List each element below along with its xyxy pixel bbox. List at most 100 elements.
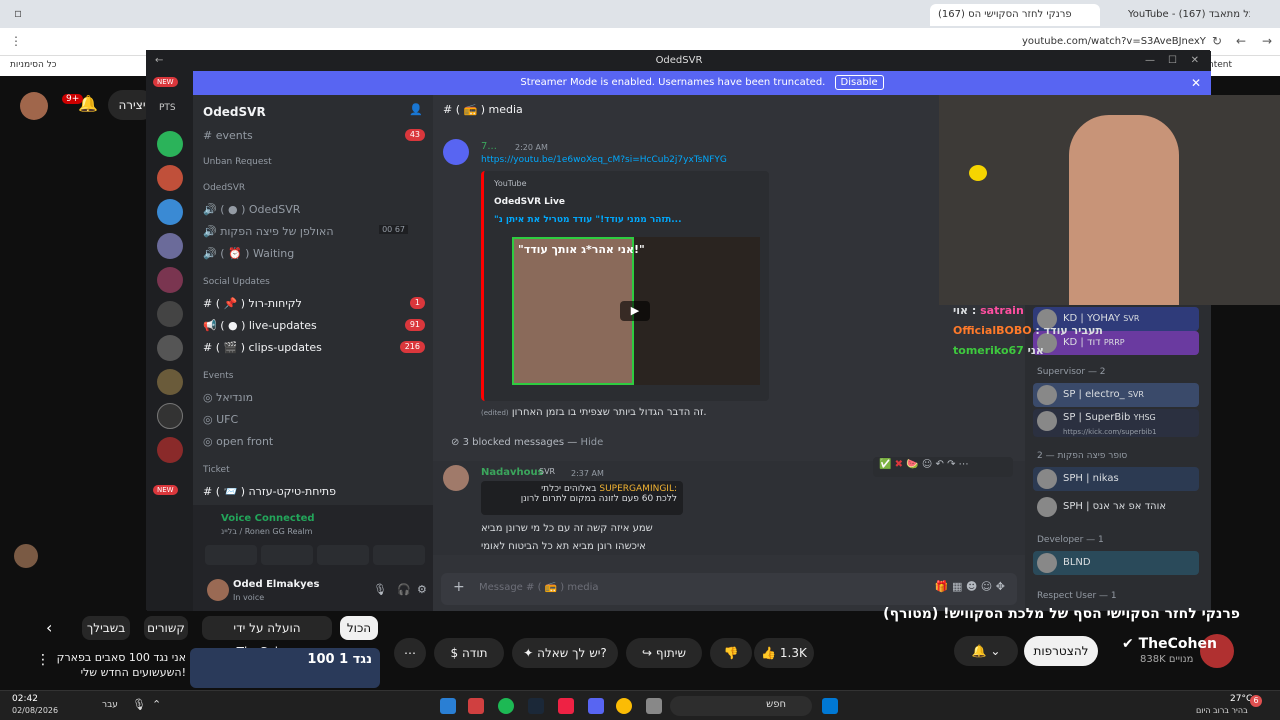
input-toolbar-icons[interactable]: 🎁 ▦ ☻ ☺ ✥: [935, 580, 1005, 593]
more-vert-icon[interactable]: ⋮: [36, 652, 50, 668]
bell-icon[interactable]: 🔔: [78, 94, 98, 113]
camera-button[interactable]: [205, 545, 257, 565]
member-item[interactable]: SPH | nikas: [1033, 467, 1199, 491]
avatar[interactable]: [443, 465, 469, 491]
add-user-icon[interactable]: 👤: [409, 103, 423, 116]
thanks-button[interactable]: $ תודה: [434, 638, 504, 668]
watermelon-icon[interactable]: 🍉: [906, 459, 918, 470]
category-label[interactable]: OdedSVR: [203, 183, 245, 193]
screenshare-button[interactable]: [261, 545, 313, 565]
close-window-icon[interactable]: ✕: [1191, 51, 1199, 71]
discord-icon[interactable]: [588, 698, 604, 714]
server-icon[interactable]: [157, 199, 183, 225]
member-item[interactable]: BLND: [1033, 551, 1199, 575]
weather-temp[interactable]: 27°C: [1230, 694, 1252, 704]
dislike-button[interactable]: 👎: [710, 638, 752, 668]
message-input[interactable]: + Message # ( 📻 ) media 🎁 ▦ ☻ ☺ ✥: [441, 573, 1017, 605]
channel-item[interactable]: 📢 ( ● ) live-updates: [203, 319, 317, 332]
channel-item[interactable]: # ( 📨 ) פתיחת-טיקט-עזרה: [203, 485, 336, 498]
video-thumbnail[interactable]: "אני אהר*ג אותך עודד!" ▶: [512, 237, 760, 385]
bookmark-item[interactable]: ntent: [1208, 60, 1232, 70]
category-label[interactable]: Events: [203, 371, 233, 381]
server-icon[interactable]: [157, 301, 183, 327]
avatar[interactable]: [207, 579, 229, 601]
voice-channel-name[interactable]: בליינ / Ronen GG Realm: [221, 527, 312, 536]
spotify-icon[interactable]: [498, 698, 514, 714]
recommendation-thumbnail[interactable]: 100 נגד 1: [190, 648, 380, 688]
file-explorer-icon[interactable]: [646, 698, 662, 714]
app-icon[interactable]: [468, 698, 484, 714]
chip[interactable]: קשורים: [144, 616, 188, 640]
window-menu-icon[interactable]: ▫: [14, 6, 22, 20]
subscribe-button[interactable]: להצטרפות: [1024, 636, 1098, 666]
message-author[interactable]: 7...: [481, 141, 497, 152]
chip[interactable]: הועלה על ידי TheCohen: [202, 616, 332, 659]
soundboard-button[interactable]: [373, 545, 425, 565]
more-icon[interactable]: ⋯: [959, 459, 969, 470]
stage-channel[interactable]: ◎ מונדיאל: [203, 391, 253, 404]
headphones-icon[interactable]: 🎧: [397, 583, 411, 596]
voice-channel[interactable]: 🔊 האולפן של פיצה הפקות 00 67: [203, 225, 408, 238]
url-bar[interactable]: youtube.com/watch?v=S3AveBJnexY: [1022, 36, 1206, 47]
back-icon[interactable]: ←: [1236, 34, 1246, 48]
server-icon[interactable]: [157, 403, 183, 429]
activities-button[interactable]: [317, 545, 369, 565]
avatar[interactable]: [443, 139, 469, 165]
voice-channel[interactable]: 🔊 ( ⏰ ) Waiting: [203, 247, 294, 260]
hide-button[interactable]: Hide: [580, 437, 603, 448]
all-bookmarks[interactable]: כל הסימניות: [10, 60, 57, 70]
stage-channel[interactable]: ◎ open front: [203, 435, 273, 448]
app-icon[interactable]: [558, 698, 574, 714]
server-icon[interactable]: [157, 267, 183, 293]
recommendation-title[interactable]: אני נגד 100 סאבים בפארק השעשועים החדש של…: [50, 650, 186, 680]
member-item[interactable]: SPH | אוהד אפ אר אנס: [1033, 495, 1199, 519]
server-icon[interactable]: [157, 165, 183, 191]
clock-time[interactable]: 02:42: [12, 694, 38, 704]
language-indicator[interactable]: עבר: [102, 700, 118, 710]
maximize-icon[interactable]: ☐: [1168, 51, 1177, 71]
forward-icon[interactable]: ↷: [947, 459, 955, 470]
channel-item[interactable]: # ( 📌 ) לקיחות-רול: [203, 297, 302, 310]
chevron-up-icon[interactable]: ⌃: [152, 698, 161, 711]
channel-item[interactable]: # ( 🎬 ) clips-updates: [203, 341, 322, 354]
reload-icon[interactable]: ↻: [1212, 34, 1222, 48]
category-label[interactable]: Social Updates: [203, 277, 270, 287]
server-icon[interactable]: [157, 369, 183, 395]
like-button[interactable]: 👍 1.3K: [754, 638, 814, 668]
plus-icon[interactable]: +: [453, 579, 465, 595]
browser-tab-active[interactable]: (167) פרנקי לחזר הסקוישי הס: [930, 4, 1100, 26]
notification-bell-button[interactable]: 🔔 ⌄: [954, 636, 1018, 666]
menu-icon[interactable]: ⋮: [10, 34, 22, 48]
ask-button[interactable]: ✦ יש לך שאלה?: [512, 638, 618, 668]
minimize-icon[interactable]: —: [1145, 51, 1155, 71]
search-box[interactable]: חפש: [670, 696, 812, 716]
add-reaction-icon[interactable]: ☺: [922, 459, 932, 470]
category-label[interactable]: Ticket: [203, 465, 230, 475]
server-icon[interactable]: [157, 131, 183, 157]
notification-count[interactable]: 6: [1250, 695, 1262, 707]
browser-tab[interactable]: YouTube - חתכל מתאבד (167): [1120, 4, 1250, 26]
mic-icon[interactable]: 🎙: [373, 583, 387, 596]
channel-name[interactable]: ✔ TheCohen: [1122, 636, 1217, 652]
member-item[interactable]: SP | electro_ SVR: [1033, 383, 1199, 407]
message-author[interactable]: Nadavhous: [481, 467, 544, 478]
share-button[interactable]: ↪ שיתוף: [626, 638, 702, 668]
play-icon[interactable]: ▶: [620, 301, 650, 321]
member-item[interactable]: SP | SuperBib YHSG https://kick.com/super…: [1033, 409, 1199, 437]
avatar[interactable]: [20, 92, 48, 120]
embed-title[interactable]: "תזהר ממני עודד!" עודד מטריל את איתן נ..…: [494, 215, 682, 225]
channel-item[interactable]: # events: [203, 129, 253, 142]
back-icon[interactable]: ←: [155, 51, 163, 71]
chevron-left-icon[interactable]: ‹: [46, 618, 52, 637]
message-link[interactable]: https://youtu.be/1e6woXeq_cM?si=HcCub2j7…: [481, 155, 727, 165]
more-actions-button[interactable]: ⋯: [394, 638, 426, 668]
mic-icon[interactable]: 🎙: [132, 698, 146, 711]
stage-channel[interactable]: ◎ UFC: [203, 413, 238, 426]
chip[interactable]: בשבילך: [82, 616, 130, 640]
category-label[interactable]: Unban Request: [203, 157, 272, 167]
steam-icon[interactable]: [528, 698, 544, 714]
task-view-icon[interactable]: [440, 698, 456, 714]
server-icon[interactable]: [157, 335, 183, 361]
x-icon[interactable]: ✖: [895, 459, 903, 470]
server-icon[interactable]: [157, 233, 183, 259]
